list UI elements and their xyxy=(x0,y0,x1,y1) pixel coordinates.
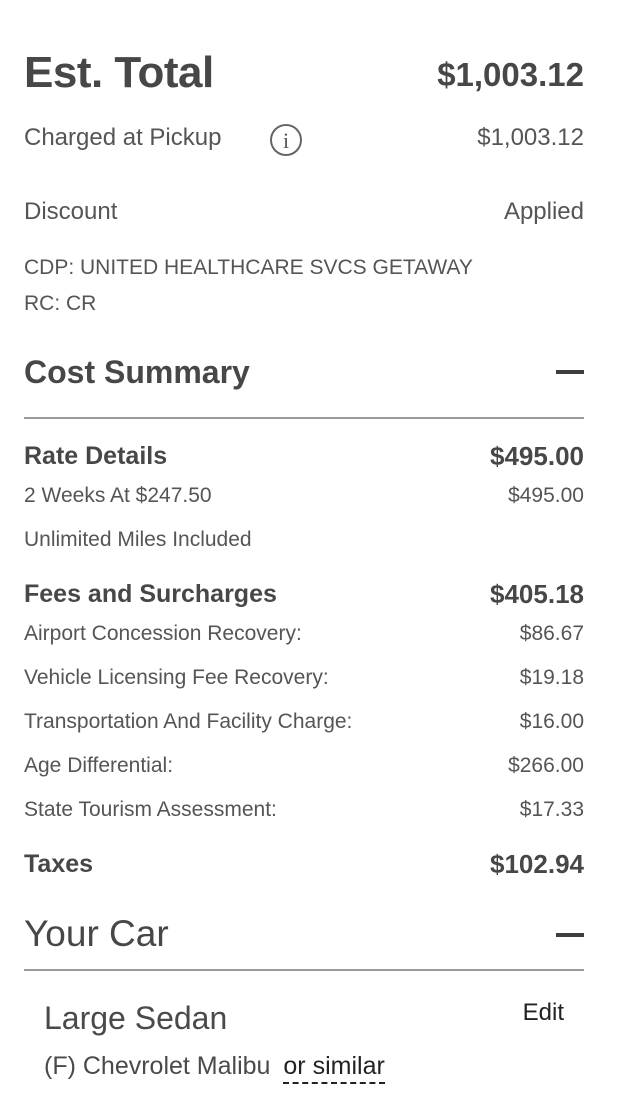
your-car-divider xyxy=(24,969,584,971)
taxes-amount: $102.94 xyxy=(490,849,584,879)
fee-item-label: Transportation And Facility Charge: xyxy=(24,710,353,733)
est-total-title: Est. Total xyxy=(24,48,214,97)
info-icon[interactable]: i xyxy=(270,124,302,156)
fee-item-label: Vehicle Licensing Fee Recovery: xyxy=(24,666,329,689)
charged-at-pickup-label: Charged at Pickup xyxy=(24,124,222,151)
discount-value: Applied xyxy=(503,198,584,225)
cost-summary-divider xyxy=(24,417,584,419)
fee-item-amount: $86.67 xyxy=(519,622,584,645)
fee-item-amount: $17.33 xyxy=(519,798,584,821)
fees-amount: $405.18 xyxy=(490,579,584,609)
charged-at-pickup-amount: $1,003.12 xyxy=(477,124,584,151)
fee-item-label: State Tourism Assessment: xyxy=(24,798,277,821)
discount-code-rc: RC: CR xyxy=(24,292,97,315)
fees-label: Fees and Surcharges xyxy=(24,580,277,608)
taxes-label: Taxes xyxy=(24,850,94,878)
rate-details-label: Rate Details xyxy=(24,442,168,470)
fee-item-label: Age Differential: xyxy=(24,754,174,777)
cost-summary-collapse-icon[interactable] xyxy=(556,370,584,374)
discount-label: Discount xyxy=(24,198,118,225)
your-car-title: Your Car xyxy=(24,913,169,954)
rate-details-amount: $495.00 xyxy=(490,441,584,471)
fee-item-amount: $16.00 xyxy=(519,710,584,733)
car-model-line: (F) Chevrolet Malibu or similar xyxy=(44,1052,385,1084)
car-model-name: (F) Chevrolet Malibu xyxy=(44,1052,271,1080)
cost-summary-title: Cost Summary xyxy=(24,354,250,390)
fee-item-amount: $266.00 xyxy=(508,754,584,777)
fee-item-label: Airport Concession Recovery: xyxy=(24,622,302,645)
fee-item-amount: $19.18 xyxy=(519,666,584,689)
rate-detail-label: Unlimited Miles Included xyxy=(24,528,252,551)
edit-car-link[interactable]: Edit xyxy=(523,999,564,1027)
est-total-amount: $1,003.12 xyxy=(437,56,584,93)
discount-code-cdp: CDP: UNITED HEALTHCARE SVCS GETAWAY xyxy=(24,256,473,279)
rate-detail-amount: $495.00 xyxy=(508,484,584,507)
your-car-collapse-icon[interactable] xyxy=(556,933,584,937)
or-similar-link[interactable]: or similar xyxy=(283,1052,385,1084)
car-class-name: Large Sedan xyxy=(44,1000,228,1036)
rate-detail-label: 2 Weeks At $247.50 xyxy=(24,484,212,507)
